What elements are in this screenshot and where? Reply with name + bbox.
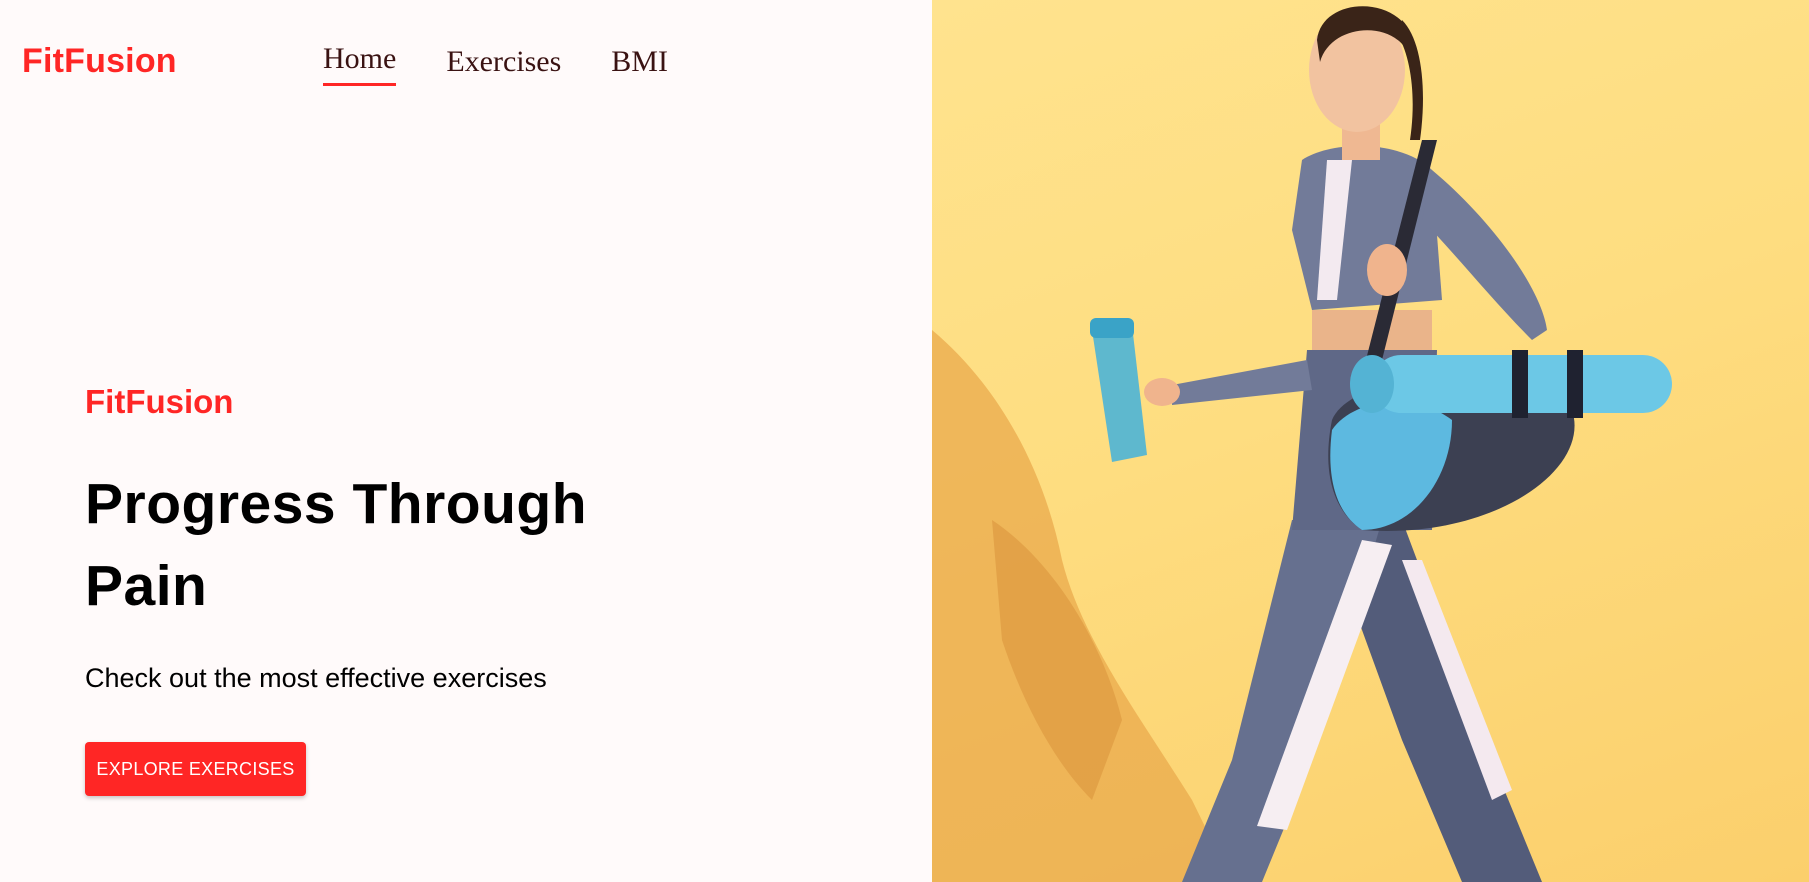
brand-logo[interactable]: FitFusion	[22, 42, 177, 81]
hero-title: Progress Through Pain	[85, 472, 588, 618]
explore-exercises-button[interactable]: EXPLORE EXERCISES	[85, 742, 306, 796]
hero-brand: FitFusion	[85, 383, 234, 420]
hero-subtitle: Check out the most effective exercises	[85, 663, 547, 693]
hero-banner-image	[932, 0, 1809, 882]
nav-home[interactable]: Home	[323, 44, 397, 86]
nav-exercises[interactable]: Exercises	[446, 47, 561, 77]
athlete-illustration	[932, 6, 1672, 882]
main-nav: Home Exercises BMI	[323, 44, 718, 86]
page: FitFusion Home Exercises BMI FitFusion P…	[0, 0, 1809, 882]
nav-bmi[interactable]: BMI	[611, 47, 668, 77]
